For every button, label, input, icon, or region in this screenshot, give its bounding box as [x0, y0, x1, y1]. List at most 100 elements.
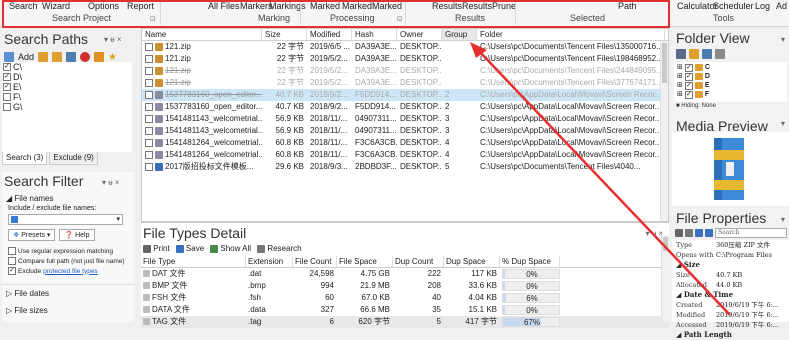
view-icon[interactable] [702, 49, 712, 59]
full-path-option[interactable]: Compare full path (not just file name) [2, 257, 134, 265]
network-icon[interactable] [676, 49, 686, 59]
pane-controls[interactable]: ▾ [781, 215, 785, 224]
calculator-button[interactable]: Calculator [677, 1, 718, 11]
col-dup-space[interactable]: Dup Space [444, 256, 500, 267]
file-sizes-section[interactable]: ▷ File sizes [2, 306, 134, 315]
file-row[interactable]: 121.zip 22 字节 2019/5/2... DA39A3E... DESKTOP… [142, 53, 668, 65]
col-file-count[interactable]: File Count [293, 256, 337, 267]
regex-checkbox[interactable] [8, 247, 16, 255]
file-row[interactable]: 1541481264_welcometrial... 60.8 KB 2018/11… [142, 149, 668, 161]
save-icon[interactable] [695, 229, 703, 237]
file-checkbox[interactable] [145, 102, 153, 111]
scheduler-button[interactable]: Scheduler [713, 1, 754, 11]
expand-icon[interactable]: ⊞ [677, 81, 683, 90]
presets-button[interactable]: ❖ Presets ▾ [8, 229, 56, 241]
tab-exclude[interactable]: Exclude (9) [49, 152, 98, 165]
column-folder[interactable]: Folder [477, 29, 665, 40]
col-pct-dup-space[interactable]: % Dup Space [500, 256, 560, 267]
file-type-row[interactable]: BMP 文件 .bmp 994 21.9 MB 208 33.6 KB 0% [141, 280, 669, 292]
pane-controls[interactable]: ▾ [781, 35, 785, 44]
full-path-checkbox[interactable] [8, 257, 16, 265]
view-icon[interactable] [705, 229, 713, 237]
file-row[interactable]: 1537783160_open_editor.... 40.7 KB 2018/9/… [142, 89, 668, 101]
search-path-checkbox[interactable]: ✓ [3, 83, 11, 91]
exclude-protected-option[interactable]: ✓ Exclude protected file types [2, 267, 134, 275]
show-all-button[interactable]: Show All [210, 244, 251, 253]
file-list-scrollbar[interactable] [660, 41, 668, 221]
file-row[interactable]: 1541481143_welcometrial... 56.9 KB 2018/11… [142, 113, 668, 125]
search-path-item[interactable]: ✓ E\ [2, 82, 132, 92]
folder-tree-item[interactable]: ⊞ ✓ D [677, 72, 784, 81]
ad-button[interactable]: Ad [776, 1, 787, 11]
sort-icon[interactable] [685, 229, 693, 237]
list-icon[interactable] [715, 49, 725, 59]
file-checkbox[interactable] [145, 150, 153, 159]
search-path-checkbox[interactable]: ✓ [3, 63, 11, 71]
regex-option[interactable]: Use regular expression matching [2, 247, 134, 255]
file-row[interactable]: 121.zip 22 字节 2019/5/2... DA39A3E... DESKTOP… [142, 65, 668, 77]
search-path-item[interactable]: F\ [2, 92, 132, 102]
log-button[interactable]: Log [755, 1, 770, 11]
lock-icon[interactable] [94, 52, 105, 62]
search-path-checkbox[interactable]: ✓ [3, 73, 11, 81]
file-row[interactable]: 121.zip 22 字节 2019/5/2... DA39A3E... DESKTOP… [142, 77, 668, 89]
col-file-type[interactable]: File Type [141, 256, 246, 267]
folder-tree-item[interactable]: ⊞ ✓ F [677, 90, 784, 99]
tab-search[interactable]: Search (3) [2, 152, 48, 165]
search-path-checkbox[interactable] [3, 103, 11, 111]
pane-controls[interactable]: ▾ [781, 119, 785, 128]
folder-checkbox[interactable]: ✓ [684, 63, 693, 72]
add-button[interactable]: Add [18, 52, 34, 62]
folder-add-icon[interactable] [52, 52, 63, 62]
file-names-section[interactable]: ◢ File names [2, 194, 134, 203]
file-row[interactable]: 121.zip 22 字节 2019/6/5 ... DA39A3E... DESKTO… [142, 41, 668, 53]
folder-checkbox[interactable]: ✓ [684, 81, 693, 90]
file-checkbox[interactable] [145, 78, 153, 87]
file-row[interactable]: 2017版招投标文件模板... 29.6 KB 2018/9/3... 2BDBD3F… [142, 161, 668, 173]
expand-icon[interactable]: ⊞ [677, 90, 683, 99]
chevron-down-icon[interactable]: ▾ [116, 215, 120, 223]
search-path-item[interactable]: ✓ C\ [2, 62, 132, 72]
protected-types-link[interactable]: protected file types [43, 268, 98, 275]
search-path-item[interactable]: ✓ D\ [2, 72, 132, 82]
folder-checkbox[interactable]: ✓ [684, 90, 693, 99]
folder-tree-item[interactable]: ⊞ ✓ C [677, 63, 784, 72]
pane-controls[interactable]: ▾ ᵾ × [104, 35, 122, 44]
help-button[interactable]: ❓ Help [59, 229, 95, 241]
file-checkbox[interactable] [145, 66, 153, 75]
file-dates-section[interactable]: ▷ File dates [2, 284, 134, 298]
folder-icon[interactable] [38, 52, 49, 62]
properties-search-input[interactable]: Search [715, 228, 787, 238]
col-file-space[interactable]: File Space [337, 256, 393, 267]
folder-tree-item[interactable]: ⊞ ✓ E [677, 81, 784, 90]
folder-checkbox[interactable]: ✓ [684, 72, 693, 81]
file-row[interactable]: 1537783160_open_editor.... 40.7 KB 2018/9/… [142, 101, 668, 113]
star-icon[interactable]: ★ [108, 52, 117, 63]
expand-icon[interactable]: ⊞ [677, 63, 683, 72]
file-type-row[interactable]: FSH 文件 .fsh 60 67.0 KB 40 4.04 KB 6% [141, 292, 669, 304]
file-types-scrollbar[interactable] [661, 235, 669, 322]
file-row[interactable]: 1541481143_welcometrial... 56.9 KB 2018/11… [142, 125, 668, 137]
column-group[interactable]: Group [442, 29, 477, 40]
column-name[interactable]: Name [142, 29, 262, 40]
property-section[interactable]: ◢ Path Length [672, 330, 789, 340]
research-button[interactable]: Research [257, 244, 302, 253]
search-path-item[interactable]: G\ [2, 102, 132, 112]
file-type-row[interactable]: DAT 文件 .dat 24,598 4.75 GB 222 117 KB 0% [141, 268, 669, 280]
include-input[interactable]: ▾ [8, 214, 123, 225]
property-section[interactable]: ◢ Date & Time [672, 290, 789, 300]
file-checkbox[interactable] [145, 138, 153, 147]
list-icon[interactable] [66, 52, 77, 62]
col-extension[interactable]: Extension [246, 256, 293, 267]
exclude-protected-checkbox[interactable]: ✓ [8, 267, 16, 275]
block-icon[interactable] [80, 52, 91, 62]
search-path-checkbox[interactable] [3, 93, 11, 101]
column-size[interactable]: Size [262, 29, 307, 40]
grid-icon[interactable] [675, 229, 683, 237]
folder-icon[interactable] [689, 49, 699, 59]
file-checkbox[interactable] [145, 114, 153, 123]
file-row[interactable]: 1541481264_welcometrial... 60.8 KB 2018/11… [142, 137, 668, 149]
file-checkbox[interactable] [145, 54, 153, 63]
print-button[interactable]: Print [143, 244, 170, 253]
file-checkbox[interactable] [145, 126, 153, 135]
